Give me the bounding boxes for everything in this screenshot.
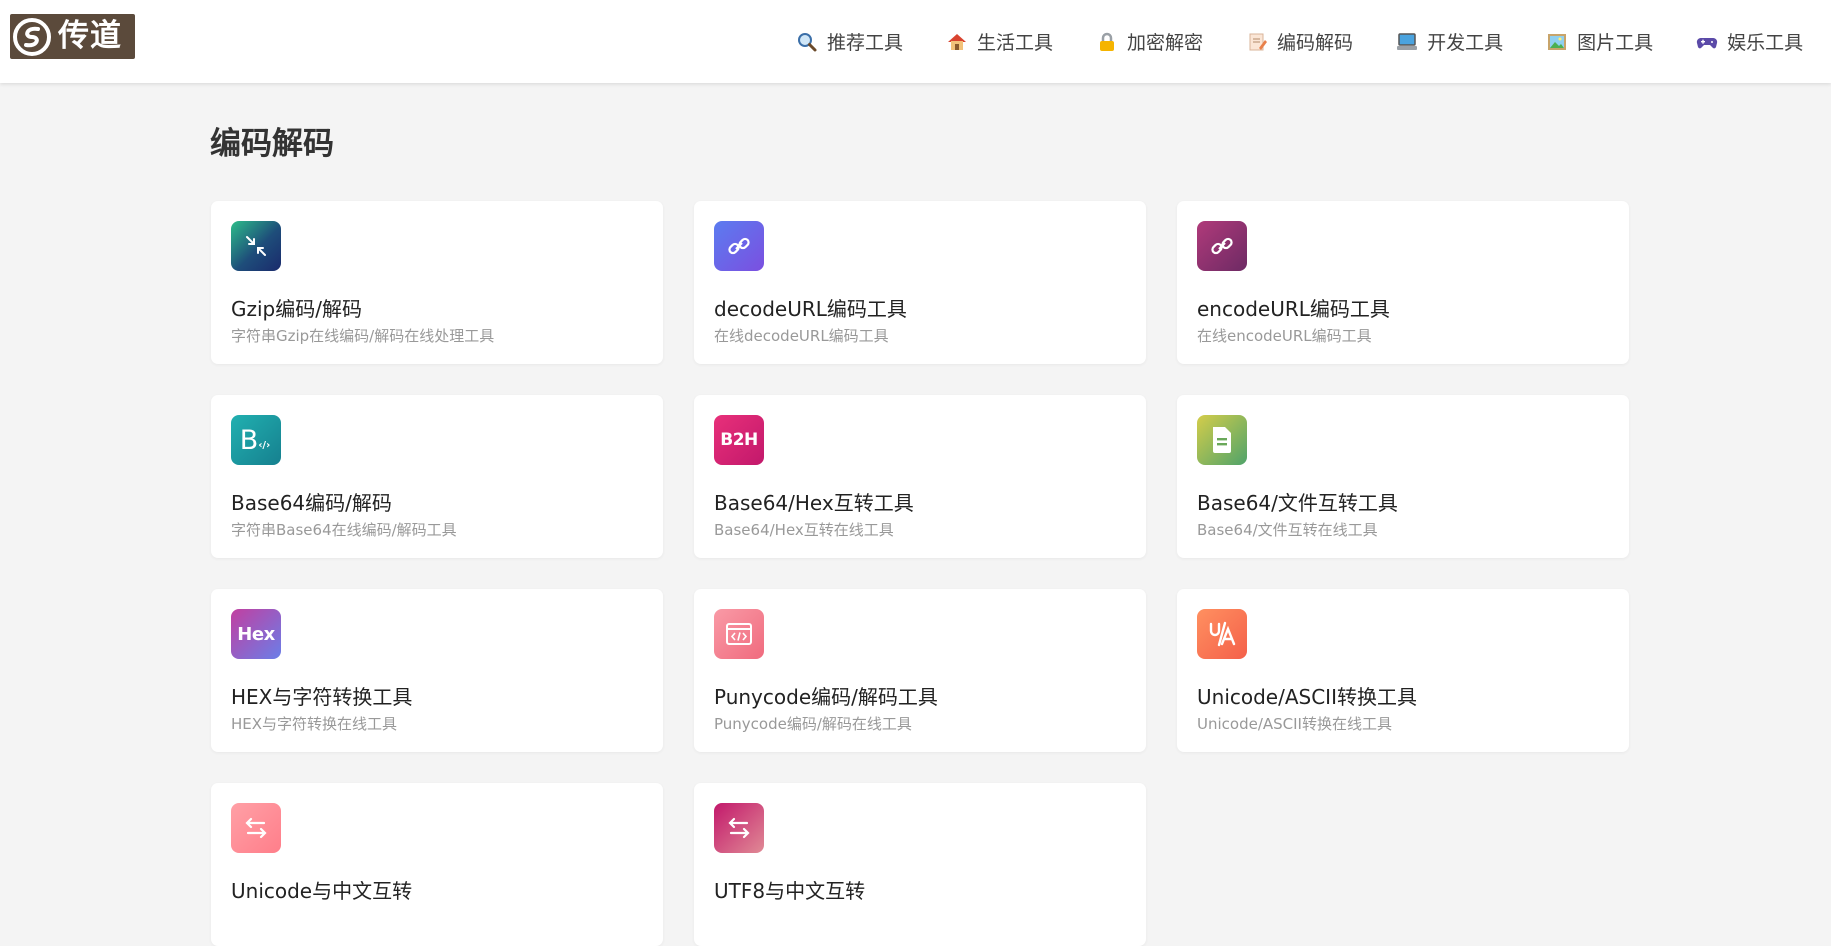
- site-logo[interactable]: 传道: [10, 14, 135, 59]
- top-header: 传道 推荐工具 生活工具 加密解密 编码解码 开发工具 图片工具 娱乐工具: [0, 0, 1831, 83]
- magnifier-icon: [796, 31, 818, 53]
- card-title: Unicode/ASCII转换工具: [1197, 685, 1417, 709]
- link-icon: [714, 221, 764, 271]
- nav-item-dev[interactable]: 开发工具: [1396, 22, 1503, 62]
- logo-text: 传道: [58, 18, 122, 54]
- nav-label: 生活工具: [977, 32, 1054, 54]
- tool-card-hex[interactable]: Hex HEX与字符转换工具 HEX与字符转换在线工具: [211, 589, 663, 752]
- link-icon: [1197, 221, 1247, 271]
- card-desc: Unicode/ASCII转换在线工具: [1197, 715, 1392, 733]
- card-desc: Base64/文件互转在线工具: [1197, 521, 1378, 539]
- card-desc: 在线decodeURL编码工具: [714, 327, 889, 345]
- main-nav: 推荐工具 生活工具 加密解密 编码解码 开发工具 图片工具 娱乐工具: [796, 0, 1831, 83]
- code-window-icon: [714, 609, 764, 659]
- icon-text: Hex: [237, 623, 275, 645]
- card-desc: Punycode编码/解码在线工具: [714, 715, 912, 733]
- nav-item-recommended[interactable]: 推荐工具: [796, 22, 903, 62]
- nav-label: 图片工具: [1577, 32, 1654, 54]
- tool-card-base64-hex[interactable]: B2H Base64/Hex互转工具 Base64/Hex互转在线工具: [694, 395, 1146, 558]
- logo-mark-icon: [10, 14, 54, 59]
- icon-text: B2H: [720, 430, 758, 450]
- nav-item-encoding[interactable]: 编码解码: [1246, 22, 1353, 62]
- tool-card-base64-file[interactable]: Base64/文件互转工具 Base64/文件互转在线工具: [1177, 395, 1629, 558]
- picture-icon: [1546, 31, 1568, 53]
- nav-label: 编码解码: [1277, 32, 1354, 54]
- tool-card-decodeurl[interactable]: decodeURL编码工具 在线decodeURL编码工具: [694, 201, 1146, 364]
- card-title: Base64/文件互转工具: [1197, 491, 1398, 515]
- tool-card-unicode-chinese[interactable]: Unicode与中文互转: [211, 783, 663, 946]
- swap-arrows-icon: [231, 803, 281, 853]
- lock-icon: [1096, 31, 1118, 53]
- tool-card-encodeurl[interactable]: encodeURL编码工具 在线encodeURL编码工具: [1177, 201, 1629, 364]
- b2h-icon: B2H: [714, 415, 764, 465]
- code-brackets-icon: ‹/›: [258, 439, 271, 451]
- nav-item-image[interactable]: 图片工具: [1546, 22, 1653, 62]
- nav-item-life[interactable]: 生活工具: [946, 22, 1053, 62]
- swap-arrows-icon: [714, 803, 764, 853]
- card-desc: Base64/Hex互转在线工具: [714, 521, 894, 539]
- compress-arrows-icon: [231, 221, 281, 271]
- nav-item-fun[interactable]: 娱乐工具: [1696, 22, 1803, 62]
- card-title: Base64编码/解码: [231, 491, 392, 515]
- card-title: HEX与字符转换工具: [231, 685, 413, 709]
- card-title: encodeURL编码工具: [1197, 297, 1390, 321]
- nav-label: 娱乐工具: [1727, 32, 1804, 54]
- card-title: Base64/Hex互转工具: [714, 491, 914, 515]
- memo-icon: [1246, 31, 1268, 53]
- card-title: decodeURL编码工具: [714, 297, 907, 321]
- card-title: Punycode编码/解码工具: [714, 685, 938, 709]
- house-icon: [946, 31, 968, 53]
- nav-label: 开发工具: [1427, 32, 1504, 54]
- card-desc: HEX与字符转换在线工具: [231, 715, 398, 733]
- nav-label: 加密解密: [1127, 32, 1204, 54]
- tool-card-utf8-chinese[interactable]: UTF8与中文互转: [694, 783, 1146, 946]
- card-desc: 字符串Base64在线编码/解码工具: [231, 521, 457, 539]
- gamepad-icon: [1696, 31, 1718, 53]
- tool-card-unicode-ascii[interactable]: Unicode/ASCII转换工具 Unicode/ASCII转换在线工具: [1177, 589, 1629, 752]
- tool-card-gzip[interactable]: Gzip编码/解码 字符串Gzip在线编码/解码在线处理工具: [211, 201, 663, 364]
- translate-icon: [1197, 609, 1247, 659]
- card-title: Gzip编码/解码: [231, 297, 362, 321]
- base64-code-icon: B ‹/›: [231, 415, 281, 465]
- hex-icon: Hex: [231, 609, 281, 659]
- page-title: 编码解码: [210, 126, 334, 162]
- file-icon: [1197, 415, 1247, 465]
- tool-card-base64[interactable]: B ‹/› Base64编码/解码 字符串Base64在线编码/解码工具: [211, 395, 663, 558]
- computer-icon: [1396, 31, 1418, 53]
- card-title: Unicode与中文互转: [231, 879, 413, 903]
- tool-card-punycode[interactable]: Punycode编码/解码工具 Punycode编码/解码在线工具: [694, 589, 1146, 752]
- icon-letter: B: [239, 424, 259, 456]
- card-desc: 在线encodeURL编码工具: [1197, 327, 1372, 345]
- nav-label: 推荐工具: [827, 32, 904, 54]
- card-desc: 字符串Gzip在线编码/解码在线处理工具: [231, 327, 495, 345]
- nav-item-crypto[interactable]: 加密解密: [1096, 22, 1203, 62]
- card-title: UTF8与中文互转: [714, 879, 866, 903]
